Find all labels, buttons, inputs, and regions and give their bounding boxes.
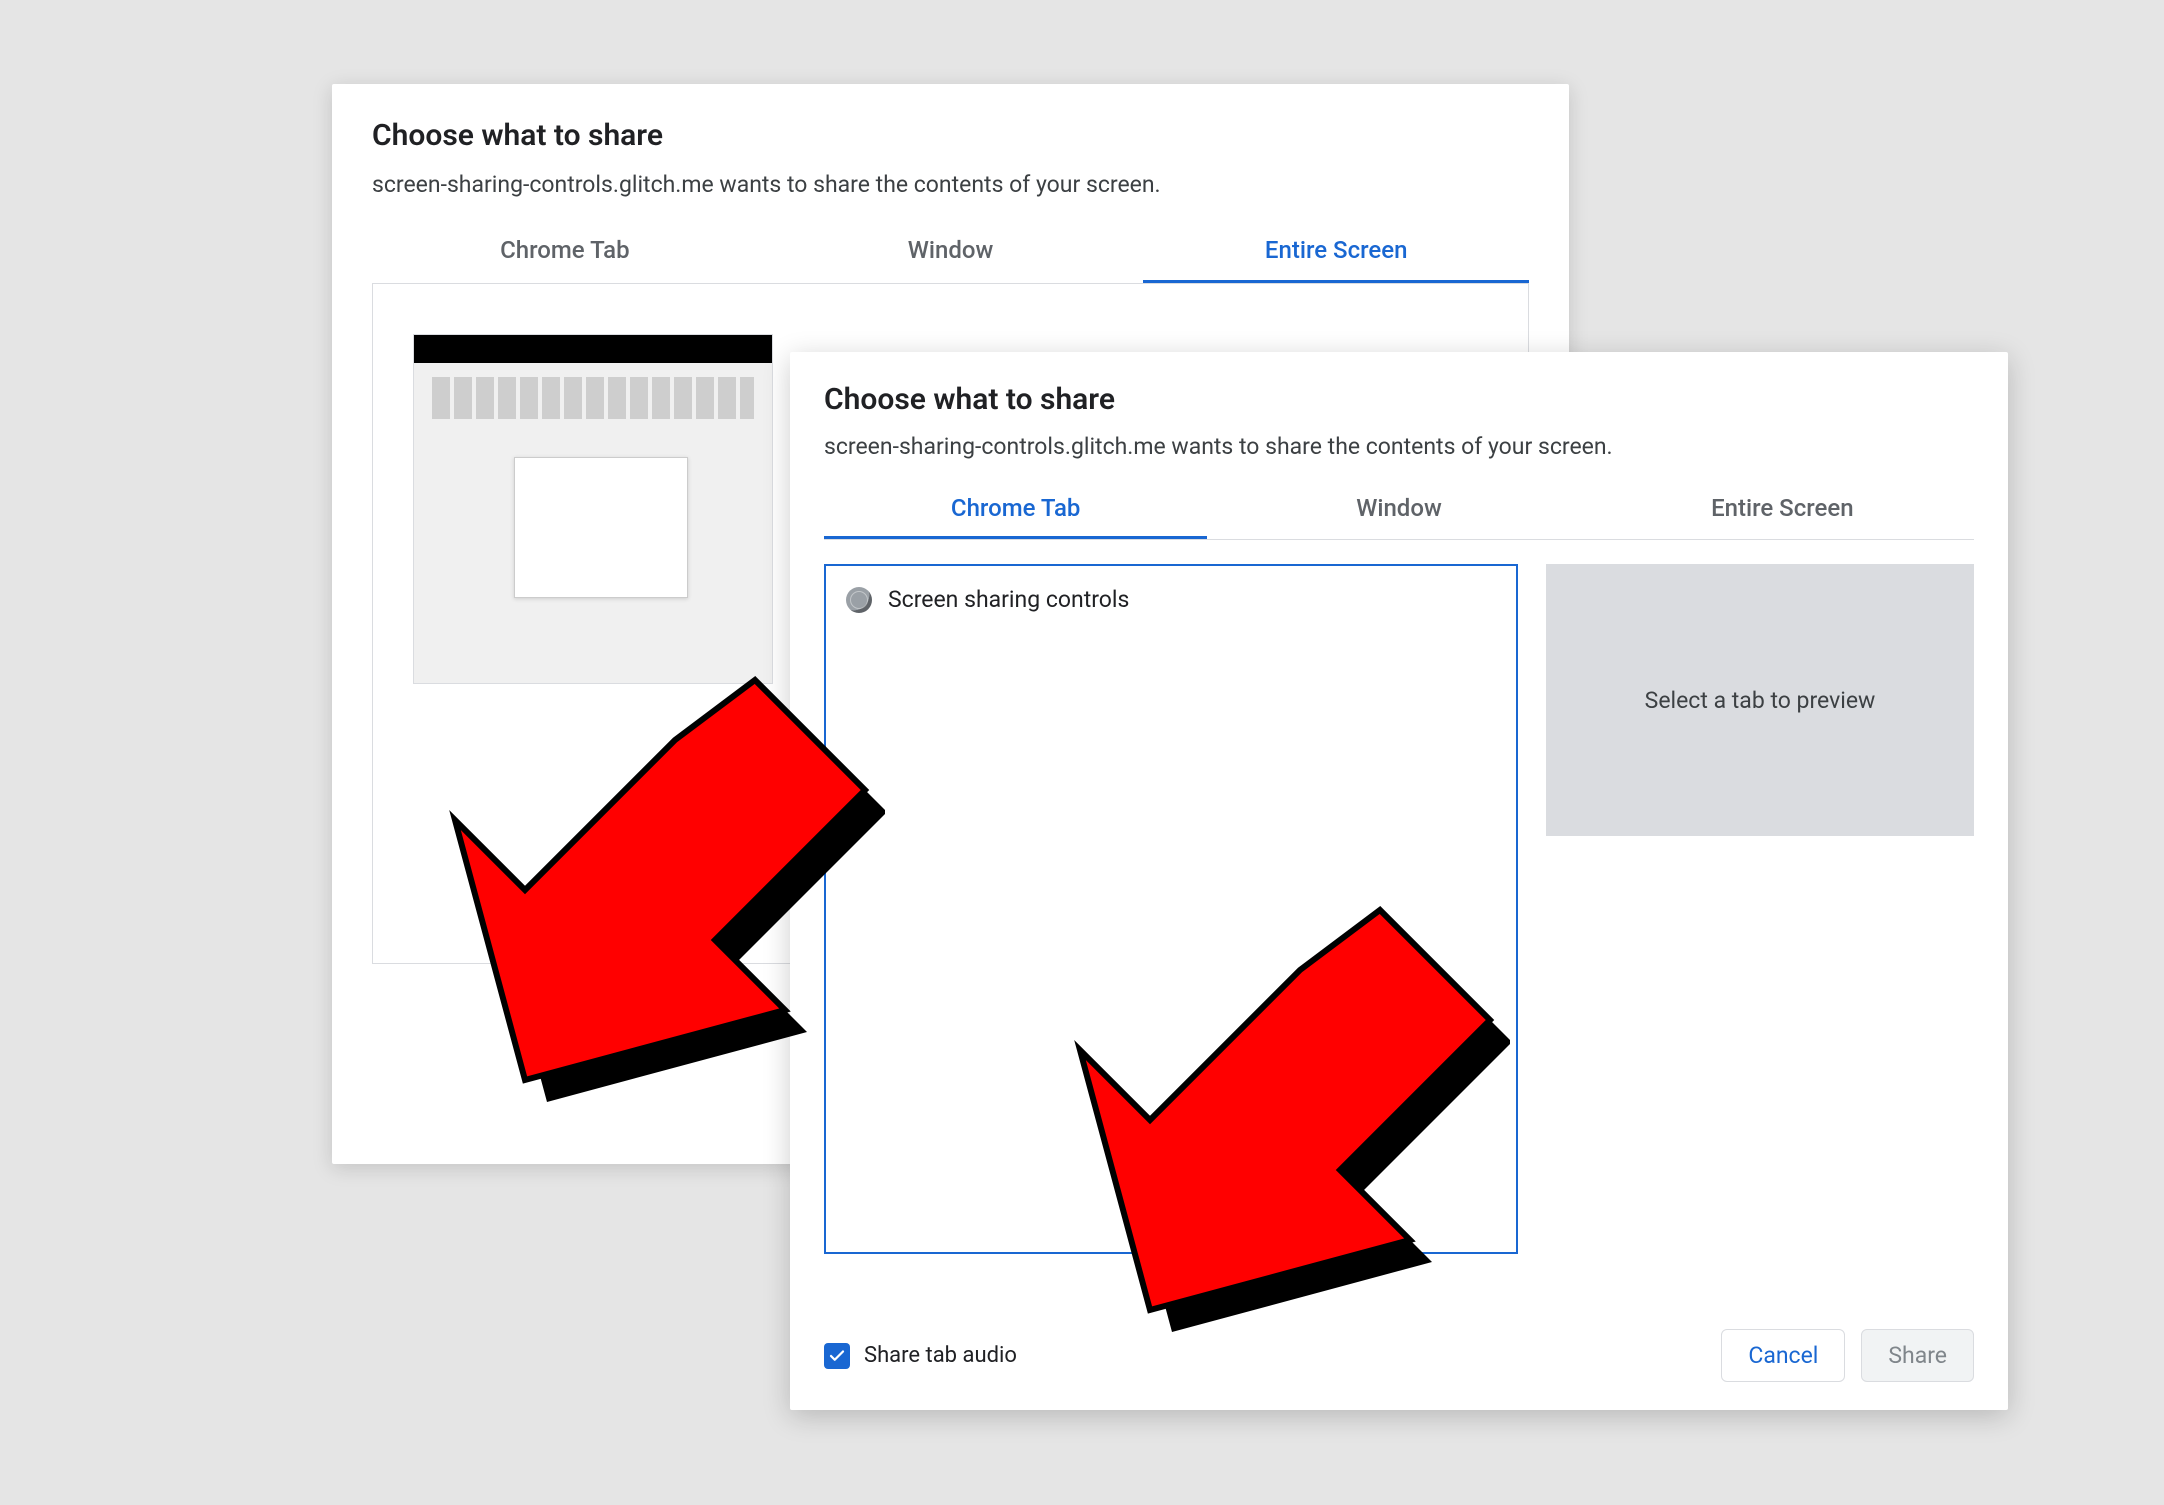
dialog-title: Choose what to share [372,118,1529,153]
tab-chrome-tab[interactable]: Chrome Tab [372,222,758,283]
tab-list: Screen sharing controls [824,564,1518,1254]
cancel-button[interactable]: Cancel [1721,1329,1845,1382]
tab-chrome-tab[interactable]: Chrome Tab [824,482,1207,539]
tab-preview-placeholder: Select a tab to preview [1546,564,1974,836]
screen-share-dialog-chrome-tab: Choose what to share screen-sharing-cont… [790,352,2008,1410]
tab-list-item[interactable]: Screen sharing controls [844,582,1498,617]
share-audio-label: Share tab audio [864,1343,1017,1368]
tab-entire-screen[interactable]: Entire Screen [1143,222,1529,283]
tab-list-item-label: Screen sharing controls [888,586,1129,613]
share-button[interactable]: Share [1861,1329,1974,1382]
source-tabs: Chrome Tab Window Entire Screen [372,222,1529,284]
dialog-subtitle: screen-sharing-controls.glitch.me wants … [824,433,1974,460]
share-audio-checkbox[interactable] [824,1343,850,1369]
tab-window[interactable]: Window [758,222,1144,283]
tab-entire-screen[interactable]: Entire Screen [1591,482,1974,539]
dialog-subtitle: screen-sharing-controls.glitch.me wants … [372,171,1529,198]
globe-icon [846,587,872,613]
screen-thumbnail[interactable] [413,334,773,684]
dialog-title: Choose what to share [824,382,1974,417]
share-audio-option[interactable]: Share tab audio [824,1343,1017,1369]
source-tabs: Chrome Tab Window Entire Screen [824,482,1974,540]
tab-window[interactable]: Window [1207,482,1590,539]
